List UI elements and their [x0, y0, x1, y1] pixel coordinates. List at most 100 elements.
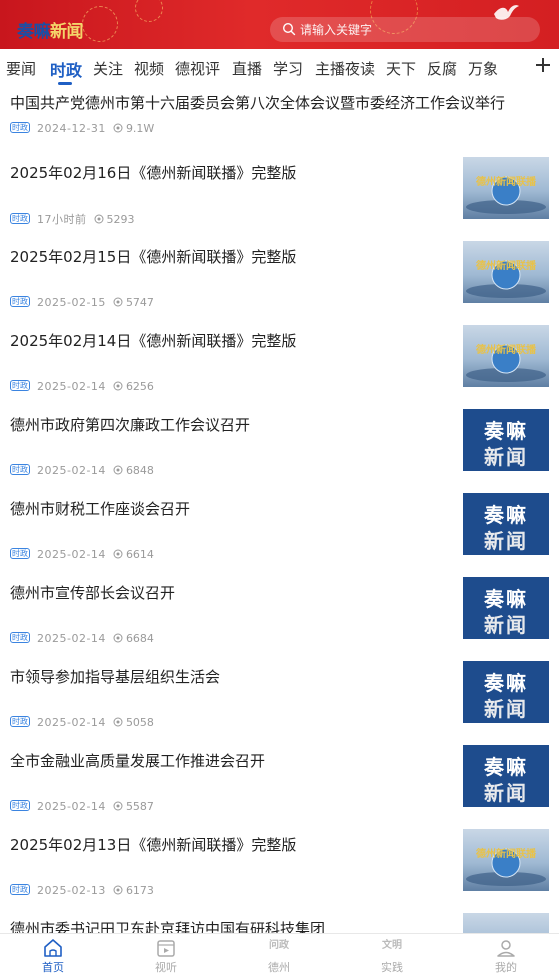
category-tag: 时政	[10, 121, 30, 133]
thumb-caption: 德州新闻联播	[475, 847, 537, 860]
news-title: 2025年02月14日《德州新闻联播》完整版	[10, 332, 297, 350]
news-title: 市领导参加指导基层组织生活会	[10, 668, 221, 686]
tab-xuexi[interactable]: 学习	[273, 58, 303, 79]
dove-icon	[494, 5, 519, 20]
news-date: 2025-02-14	[37, 799, 106, 813]
news-date: 2025-02-15	[37, 295, 106, 309]
category-tag: 时政	[10, 212, 30, 224]
tab-yaowen[interactable]: 要闻	[6, 58, 36, 79]
news-item[interactable]: 2025年02月13日《德州新闻联播》完整版 时政 2025-02-13 6173 …	[0, 820, 559, 905]
views-icon	[113, 801, 123, 811]
thumb-logo-line1: 奏嘛	[484, 419, 528, 443]
views-icon	[113, 717, 123, 727]
views-icon	[113, 465, 123, 475]
app-logo: 奏嘛新闻	[17, 17, 84, 42]
news-meta: 时政 2024-12-31 9.1W	[10, 121, 154, 135]
news-meta: 时政 2025-02-14 6614	[10, 547, 154, 561]
news-meta: 时政 2025-02-15 5747	[10, 295, 154, 309]
news-item[interactable]: 2025年02月16日《德州新闻联播》完整版 时政 17小时前 5293 德州新闻联…	[0, 148, 559, 233]
news-thumbnail: 德州新闻联播	[463, 241, 549, 303]
news-title: 2025年02月15日《德州新闻联播》完整版	[10, 248, 297, 266]
thumb-logo-line2: 新闻	[484, 781, 528, 805]
nav-practice[interactable]: 文明 实践	[362, 934, 422, 978]
news-title: 德州市财税工作座谈会召开	[10, 500, 191, 518]
logo-text-part2: 新闻	[50, 22, 84, 42]
wenzheng-icon-text: 问政	[269, 938, 290, 951]
thumb-logo-line2: 新闻	[484, 613, 528, 637]
thumb-logo-line2: 新闻	[484, 529, 528, 553]
tab-deshiping[interactable]: 德视评	[175, 58, 220, 79]
views-icon	[113, 297, 123, 307]
tab-tianxia[interactable]: 天下	[386, 58, 416, 79]
nav-profile[interactable]: 我的	[476, 934, 536, 978]
nav-dezhou[interactable]: 问政 德州	[249, 934, 309, 978]
news-thumbnail: 德州新闻联播	[463, 157, 549, 219]
view-count: 5058	[125, 715, 154, 729]
tab-zhibo[interactable]: 直播	[232, 58, 262, 79]
user-icon	[497, 940, 515, 957]
views-icon	[113, 123, 123, 133]
tab-zhuboyedu[interactable]: 主播夜读	[315, 58, 375, 79]
thumb-logo-line2: 新闻	[484, 445, 528, 469]
nav-home[interactable]: 首页	[23, 934, 83, 978]
globe-broadcast-image: 德州新闻联播	[466, 847, 546, 886]
category-tag: 时政	[10, 463, 30, 475]
news-title: 德州市宣传部长会议召开	[10, 584, 176, 602]
news-item[interactable]: 德州市委书记田卫东赴京拜访中国有研科技集团	[0, 904, 559, 934]
tab-wanxiang[interactable]: 万象	[468, 58, 498, 79]
view-count: 6256	[125, 379, 154, 393]
add-channel-icon[interactable]	[533, 55, 553, 75]
nav-practice-label: 实践	[381, 961, 403, 974]
search-placeholder: 请输入关键字	[300, 23, 373, 37]
thumb-caption: 德州新闻联播	[475, 259, 537, 272]
news-thumbnail: 奏嘛 新闻	[463, 661, 549, 723]
news-item[interactable]: 2025年02月15日《德州新闻联播》完整版 时政 2025-02-15 5747 …	[0, 232, 559, 317]
news-thumbnail: 奏嘛 新闻	[463, 745, 549, 807]
tab-shipin[interactable]: 视频	[134, 58, 164, 79]
news-thumbnail: 奏嘛 新闻	[463, 493, 549, 555]
view-count: 9.1W	[125, 121, 155, 135]
thumb-caption: 德州新闻联播	[475, 175, 537, 188]
globe-broadcast-image: 德州新闻联播	[466, 175, 546, 214]
news-title: 2025年02月13日《德州新闻联播》完整版	[10, 836, 297, 854]
news-item[interactable]: 德州市宣传部长会议召开 时政 2025-02-14 6684 奏嘛 新闻	[0, 568, 559, 653]
news-meta: 时政 2025-02-14 6684	[10, 631, 154, 645]
bottom-navigation: 首页 视听 问政 德州 文明 实践 我的	[0, 933, 559, 978]
category-tag: 时政	[10, 379, 30, 391]
view-count: 6848	[125, 463, 154, 477]
tab-fanfu[interactable]: 反腐	[427, 58, 457, 79]
tab-shizheng[interactable]: 时政	[50, 57, 82, 81]
news-date: 17小时前	[37, 213, 87, 226]
nav-home-label: 首页	[42, 961, 64, 974]
news-date: 2024-12-31	[37, 121, 106, 135]
view-count: 5747	[125, 295, 154, 309]
nav-dezhou-label: 德州	[268, 961, 290, 974]
wenming-icon: 文明	[382, 938, 402, 951]
news-item[interactable]: 市领导参加指导基层组织生活会 时政 2025-02-14 5058 奏嘛 新闻	[0, 652, 559, 737]
news-meta: 时政 2025-02-14 6848	[10, 463, 154, 477]
wenzheng-icon: 问政	[269, 938, 290, 951]
news-item[interactable]: 德州市政府第四次廉政工作会议召开 时政 2025-02-14 6848 奏嘛 新闻	[0, 400, 559, 485]
video-icon	[157, 940, 175, 957]
nav-video[interactable]: 视听	[136, 934, 196, 978]
firework-decoration	[135, 0, 163, 22]
news-thumbnail: 德州新闻联播	[463, 325, 549, 387]
tab-guanzhu[interactable]: 关注	[93, 58, 123, 79]
news-meta: 时政 2025-02-13 6173	[10, 883, 154, 897]
news-title: 全市金融业高质量发展工作推进会召开	[10, 752, 266, 770]
news-meta: 时政 2025-02-14 5587	[10, 799, 154, 813]
news-thumbnail: 奏嘛 新闻	[463, 577, 549, 639]
news-item[interactable]: 中国共产党德州市第十六届委员会第八次全体会议暨市委经济工作会议举行 时政 2024…	[0, 86, 559, 149]
views-icon	[113, 381, 123, 391]
views-icon	[113, 549, 123, 559]
news-meta: 时政 2025-02-14 6256	[10, 379, 154, 393]
home-icon	[44, 939, 62, 957]
top-header: 奏嘛新闻 请输入关键字	[0, 0, 559, 49]
news-item[interactable]: 2025年02月14日《德州新闻联播》完整版 时政 2025-02-14 6256 …	[0, 316, 559, 401]
category-tag: 时政	[10, 883, 30, 895]
news-item[interactable]: 全市金融业高质量发展工作推进会召开 时政 2025-02-14 5587 奏嘛 新闻	[0, 736, 559, 821]
news-item[interactable]: 德州市财税工作座谈会召开 时政 2025-02-14 6614 奏嘛 新闻	[0, 484, 559, 569]
news-date: 2025-02-14	[37, 379, 106, 393]
thumb-logo-line1: 奏嘛	[484, 587, 528, 611]
search-icon	[282, 22, 296, 36]
